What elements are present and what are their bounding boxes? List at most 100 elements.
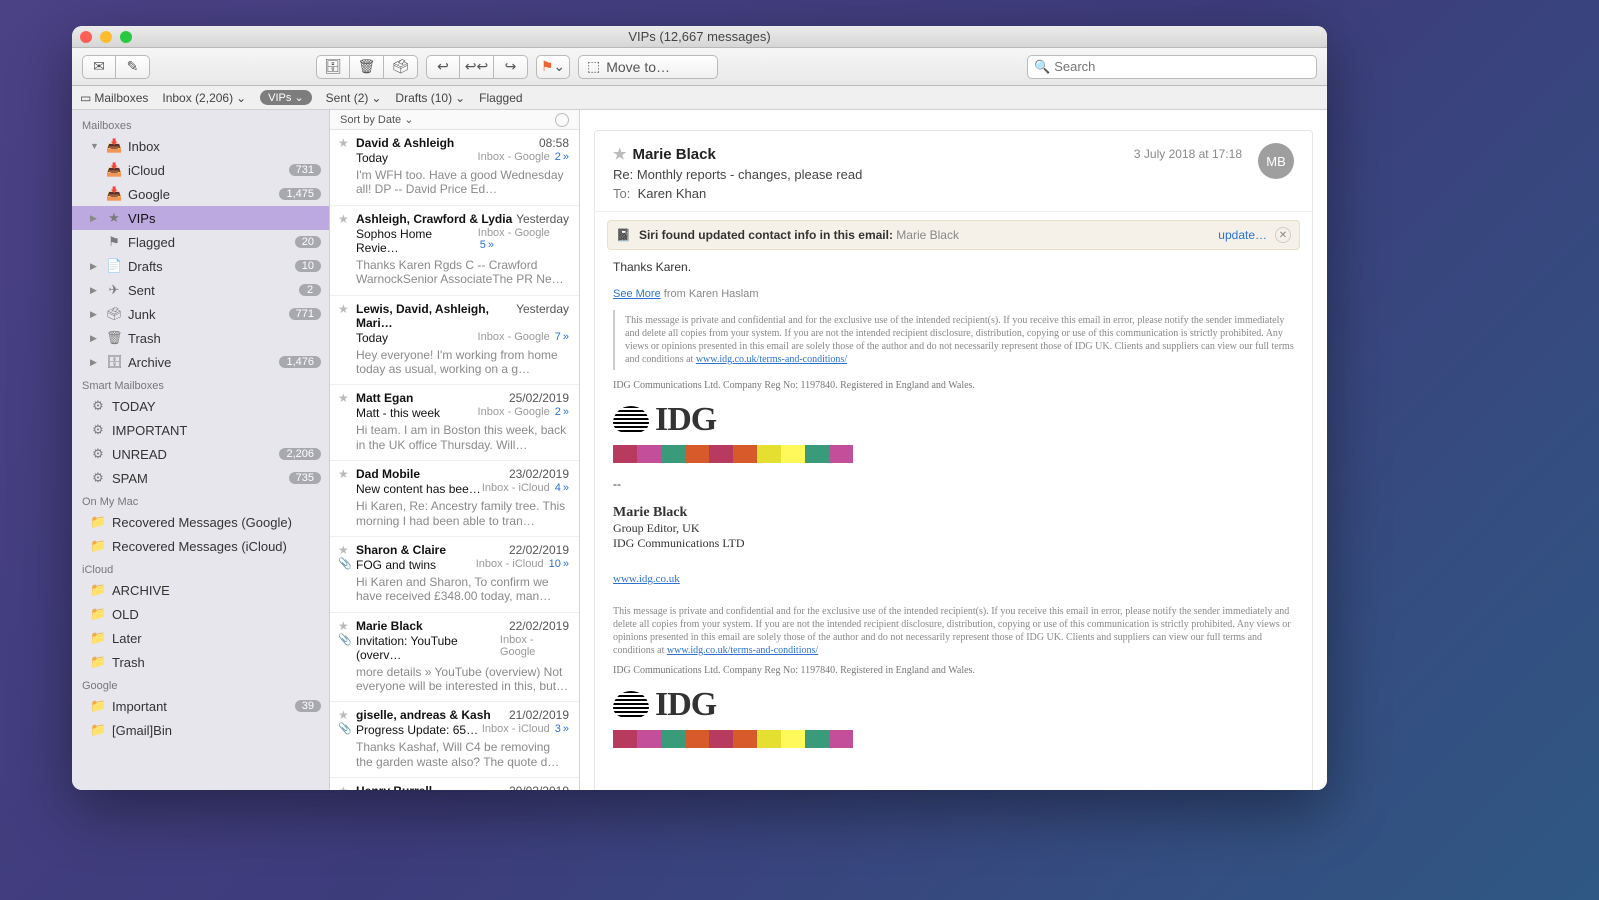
close-icon[interactable]: ✕ xyxy=(1275,227,1291,243)
favbar-inbox[interactable]: Inbox (2,206) ⌄ xyxy=(162,91,246,105)
new-note-button[interactable]: ✎ xyxy=(116,55,150,79)
delete-button[interactable]: 🗑 xyxy=(350,55,384,79)
message-item[interactable]: ★David & Ashleigh08:58TodayInbox - Googl… xyxy=(330,130,579,206)
section-mailboxes: Mailboxes xyxy=(72,114,329,134)
reader-subject: Re: Monthly reports - changes, please re… xyxy=(613,167,1294,182)
gear-icon: ⚙ xyxy=(90,422,106,438)
favbar-sent[interactable]: Sent (2) ⌄ xyxy=(326,91,382,105)
star-icon[interactable]: ★ xyxy=(338,302,349,316)
folder-icon: 📁 xyxy=(90,722,106,738)
star-icon[interactable]: ★ xyxy=(338,467,349,481)
star-icon[interactable]: ★ xyxy=(338,708,349,722)
sidebar-drafts[interactable]: ▶📄Drafts10 xyxy=(72,254,329,278)
message-item[interactable]: ★Matt Egan25/02/2019Matt - this weekInbo… xyxy=(330,385,579,461)
section-icloud: iCloud xyxy=(72,558,329,578)
sidebar: Mailboxes ▼📥Inbox 📥iCloud731 📥Google1,47… xyxy=(72,110,330,790)
star-icon[interactable]: ★ xyxy=(613,146,626,163)
archive-button[interactable]: 🗄 xyxy=(316,55,350,79)
search-field[interactable]: 🔍 xyxy=(1027,55,1317,79)
message-item[interactable]: ★Ashleigh, Crawford & LydiaYesterdaySoph… xyxy=(330,206,579,296)
sidebar-recovered-google[interactable]: 📁Recovered Messages (Google) xyxy=(72,510,329,534)
sidebar-icloud-archive[interactable]: 📁ARCHIVE xyxy=(72,578,329,602)
idg-logo: IDG xyxy=(613,401,1294,439)
search-input[interactable] xyxy=(1054,59,1310,74)
idg-logo: IDG xyxy=(613,686,1294,724)
sidebar-google-important[interactable]: 📁Important39 xyxy=(72,694,329,718)
color-bar xyxy=(613,730,853,748)
sent-icon: ✈ xyxy=(106,282,122,298)
sidebar-vips[interactable]: ▶★VIPs xyxy=(72,206,329,230)
sidebar-sent[interactable]: ▶✈Sent2 xyxy=(72,278,329,302)
sidebar-junk[interactable]: ▶🗳Junk771 xyxy=(72,302,329,326)
sidebar-unread[interactable]: ⚙UNREAD2,206 xyxy=(72,442,329,466)
junk-button[interactable]: 🗳 xyxy=(384,55,418,79)
message-item[interactable]: ★📎giselle, andreas & Kash21/02/2019Progr… xyxy=(330,702,579,778)
trash-icon: 🗑 xyxy=(106,330,122,346)
inbox-icon: 📥 xyxy=(106,162,122,178)
gear-icon: ⚙ xyxy=(90,470,106,486)
sidebar-icloud-later[interactable]: 📁Later xyxy=(72,626,329,650)
star-icon[interactable]: ★ xyxy=(338,784,349,790)
sort-header[interactable]: Sort by Date ⌄ xyxy=(330,110,579,130)
update-contact-button[interactable]: update… xyxy=(1218,228,1267,242)
message-body: Thanks Karen. See More from Karen Haslam… xyxy=(595,250,1312,772)
reply-button[interactable]: ↩ xyxy=(426,55,460,79)
attachment-icon: 📎 xyxy=(338,722,352,735)
filter-icon[interactable] xyxy=(555,113,569,127)
see-more-link[interactable]: See More xyxy=(613,288,661,300)
star-icon[interactable]: ★ xyxy=(338,136,349,150)
sidebar-inbox-google[interactable]: 📥Google1,475 xyxy=(72,182,329,206)
message-item[interactable]: ★Dad Mobile23/02/2019New content has bee… xyxy=(330,461,579,537)
compose-button[interactable]: ✉︎ xyxy=(82,55,116,79)
sidebar-spam[interactable]: ⚙SPAM735 xyxy=(72,466,329,490)
sidebar-google-bin[interactable]: 📁[Gmail]Bin xyxy=(72,718,329,742)
forward-button[interactable]: ↪ xyxy=(494,55,528,79)
section-smart: Smart Mailboxes xyxy=(72,374,329,394)
gear-icon: ⚙ xyxy=(90,446,106,462)
terms-link[interactable]: www.idg.co.uk/terms-and-conditions/ xyxy=(696,354,847,365)
sidebar-today[interactable]: ⚙TODAY xyxy=(72,394,329,418)
favbar-vips[interactable]: VIPs ⌄ xyxy=(260,90,312,105)
sidebar-inbox-icloud[interactable]: 📥iCloud731 xyxy=(72,158,329,182)
avatar: MB xyxy=(1258,143,1294,179)
message-item[interactable]: ★📎Sharon & Claire22/02/2019FOG and twins… xyxy=(330,537,579,613)
reply-all-button[interactable]: ↩↩ xyxy=(460,55,494,79)
message-item[interactable]: ★Lewis, David, Ashleigh, Mari…YesterdayT… xyxy=(330,296,579,386)
star-icon[interactable]: ★ xyxy=(338,619,349,633)
message-reader: ★ Marie Black Re: Monthly reports - chang… xyxy=(580,110,1327,790)
sidebar-trash[interactable]: ▶🗑Trash xyxy=(72,326,329,350)
sidebar-inbox[interactable]: ▼📥Inbox xyxy=(72,134,329,158)
sidebar-flagged[interactable]: ⚑Flagged20 xyxy=(72,230,329,254)
color-bar xyxy=(613,445,853,463)
folder-icon: 📁 xyxy=(90,630,106,646)
folder-icon: 📁 xyxy=(90,582,106,598)
sidebar-icloud-trash[interactable]: 📁Trash xyxy=(72,650,329,674)
flag-button[interactable]: ⚑⌄ xyxy=(536,55,570,79)
sidebar-icloud-old[interactable]: 📁OLD xyxy=(72,602,329,626)
folder-icon: 📁 xyxy=(90,698,106,714)
gear-icon: ⚙ xyxy=(90,398,106,414)
star-icon[interactable]: ★ xyxy=(338,391,349,405)
from-name: Marie Black xyxy=(632,146,715,163)
titlebar: VIPs (12,667 messages) xyxy=(72,26,1327,48)
sidebar-archive[interactable]: ▶🗄Archive1,476 xyxy=(72,350,329,374)
siri-contact-bar: 📓 Siri found updated contact info in thi… xyxy=(607,220,1300,250)
move-to-button[interactable]: ⬚ Move to… xyxy=(578,55,718,79)
favbar-mailboxes[interactable]: ▭ Mailboxes xyxy=(80,91,148,105)
attachment-icon: 📎 xyxy=(338,633,352,646)
message-item[interactable]: ★📎Marie Black22/02/2019Invitation: YouTu… xyxy=(330,613,579,703)
toolbar: ✉︎ ✎ 🗄 🗑 🗳 ↩ ↩↩ ↪ ⚑⌄ ⬚ Move to… 🔍 xyxy=(72,48,1327,86)
favbar-drafts[interactable]: Drafts (10) ⌄ xyxy=(395,91,465,105)
sidebar-important[interactable]: ⚙IMPORTANT xyxy=(72,418,329,442)
message-item[interactable]: ★📎Henry Burrell20/02/2019S10 spec sheet … xyxy=(330,778,579,790)
reader-header: ★ Marie Black Re: Monthly reports - chang… xyxy=(595,131,1312,212)
star-icon[interactable]: ★ xyxy=(338,212,349,226)
favorites-bar: ▭ Mailboxes Inbox (2,206) ⌄ VIPs ⌄ Sent … xyxy=(72,86,1327,110)
sidebar-recovered-icloud[interactable]: 📁Recovered Messages (iCloud) xyxy=(72,534,329,558)
folder-icon: 📁 xyxy=(90,538,106,554)
message-list: Sort by Date ⌄ ★David & Ashleigh08:58Tod… xyxy=(330,110,580,790)
star-icon[interactable]: ★ xyxy=(338,543,349,557)
favbar-flagged[interactable]: Flagged xyxy=(479,91,522,105)
site-link[interactable]: www.idg.co.uk xyxy=(613,573,680,585)
terms-link[interactable]: www.idg.co.uk/terms-and-conditions/ xyxy=(667,645,818,656)
